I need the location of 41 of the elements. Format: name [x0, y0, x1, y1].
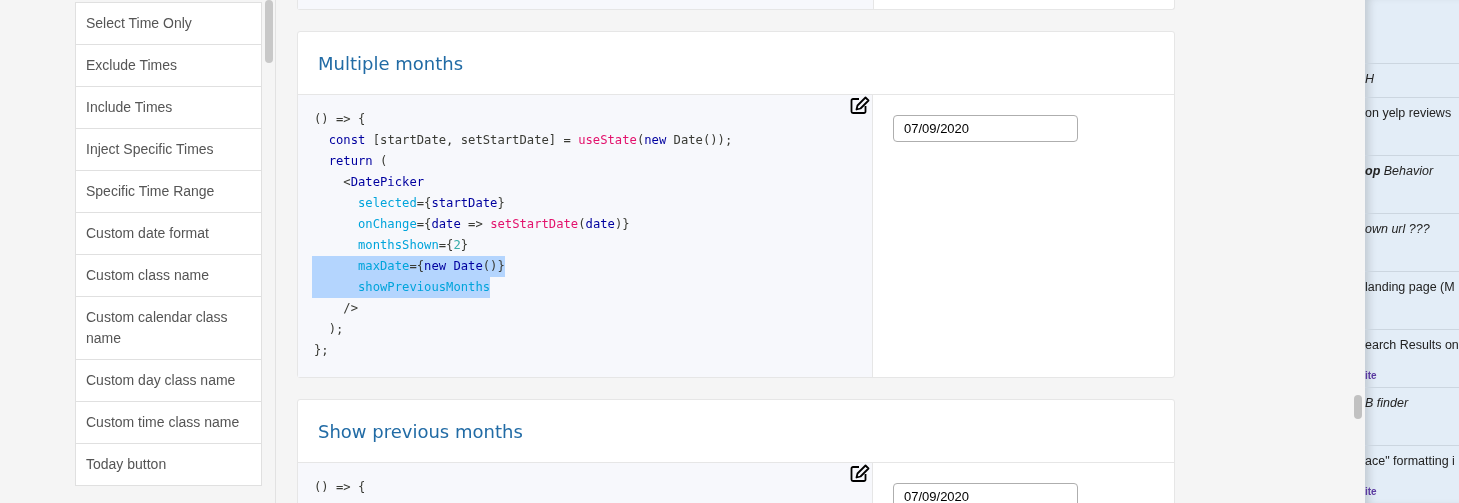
scrollbar-thumb[interactable]: [265, 0, 273, 63]
item-title[interactable]: earch Results on: [1365, 338, 1459, 352]
example-title: Multiple months: [317, 52, 465, 76]
nav-item[interactable]: Custom day class name: [75, 360, 262, 402]
code-line: () => {: [313, 479, 366, 496]
item-title[interactable]: B finder: [1365, 396, 1459, 410]
code-line: );: [327, 321, 344, 338]
code-line: monthsShown={2}: [357, 237, 469, 254]
example-title: Show previous months: [317, 420, 524, 444]
date-input[interactable]: 07/09/2020: [893, 115, 1078, 142]
item-tag: ite: [1365, 370, 1459, 381]
code-editor[interactable]: () => {: [298, 463, 873, 503]
code-line: };: [313, 342, 329, 359]
item-title[interactable]: H: [1365, 72, 1459, 86]
nav-item[interactable]: Include Times: [75, 87, 262, 129]
nav-item[interactable]: Custom class name: [75, 255, 262, 297]
code-line: return (: [327, 153, 388, 170]
nav-item[interactable]: Specific Time Range: [75, 171, 262, 213]
item-title[interactable]: on yelp reviews: [1365, 106, 1459, 120]
nav-item[interactable]: Inject Specific Times: [75, 129, 262, 171]
item-title[interactable]: landing page (M: [1365, 280, 1459, 294]
edit-icon[interactable]: [850, 464, 870, 482]
code-line: <DatePicker: [342, 174, 425, 191]
item-tag: ite: [1365, 486, 1459, 497]
scrollbar-thumb[interactable]: [1354, 395, 1362, 419]
code-line: selected={startDate}: [357, 195, 505, 212]
item-title[interactable]: op Behavior: [1365, 164, 1459, 178]
nav-item[interactable]: Select Time Only: [75, 2, 262, 45]
code-line: () => {: [313, 111, 366, 128]
date-input[interactable]: 07/09/2020: [893, 483, 1078, 503]
nav-item[interactable]: Exclude Times: [75, 45, 262, 87]
nav-item[interactable]: Custom time class name: [75, 402, 262, 444]
code-line: />: [342, 300, 359, 317]
code-line: onChange={date => setStartDate(date)}: [357, 216, 630, 233]
item-title[interactable]: ace" formatting i: [1365, 454, 1459, 468]
nav-item[interactable]: Custom date format: [75, 213, 262, 255]
edit-icon[interactable]: [850, 96, 870, 114]
code-line: const [startDate, setStartDate] = useState(new Date());: [327, 132, 733, 149]
nav-item[interactable]: Custom calendar class name: [75, 297, 262, 360]
nav-item[interactable]: Today button: [75, 444, 262, 486]
item-title[interactable]: own url ???: [1365, 222, 1459, 236]
